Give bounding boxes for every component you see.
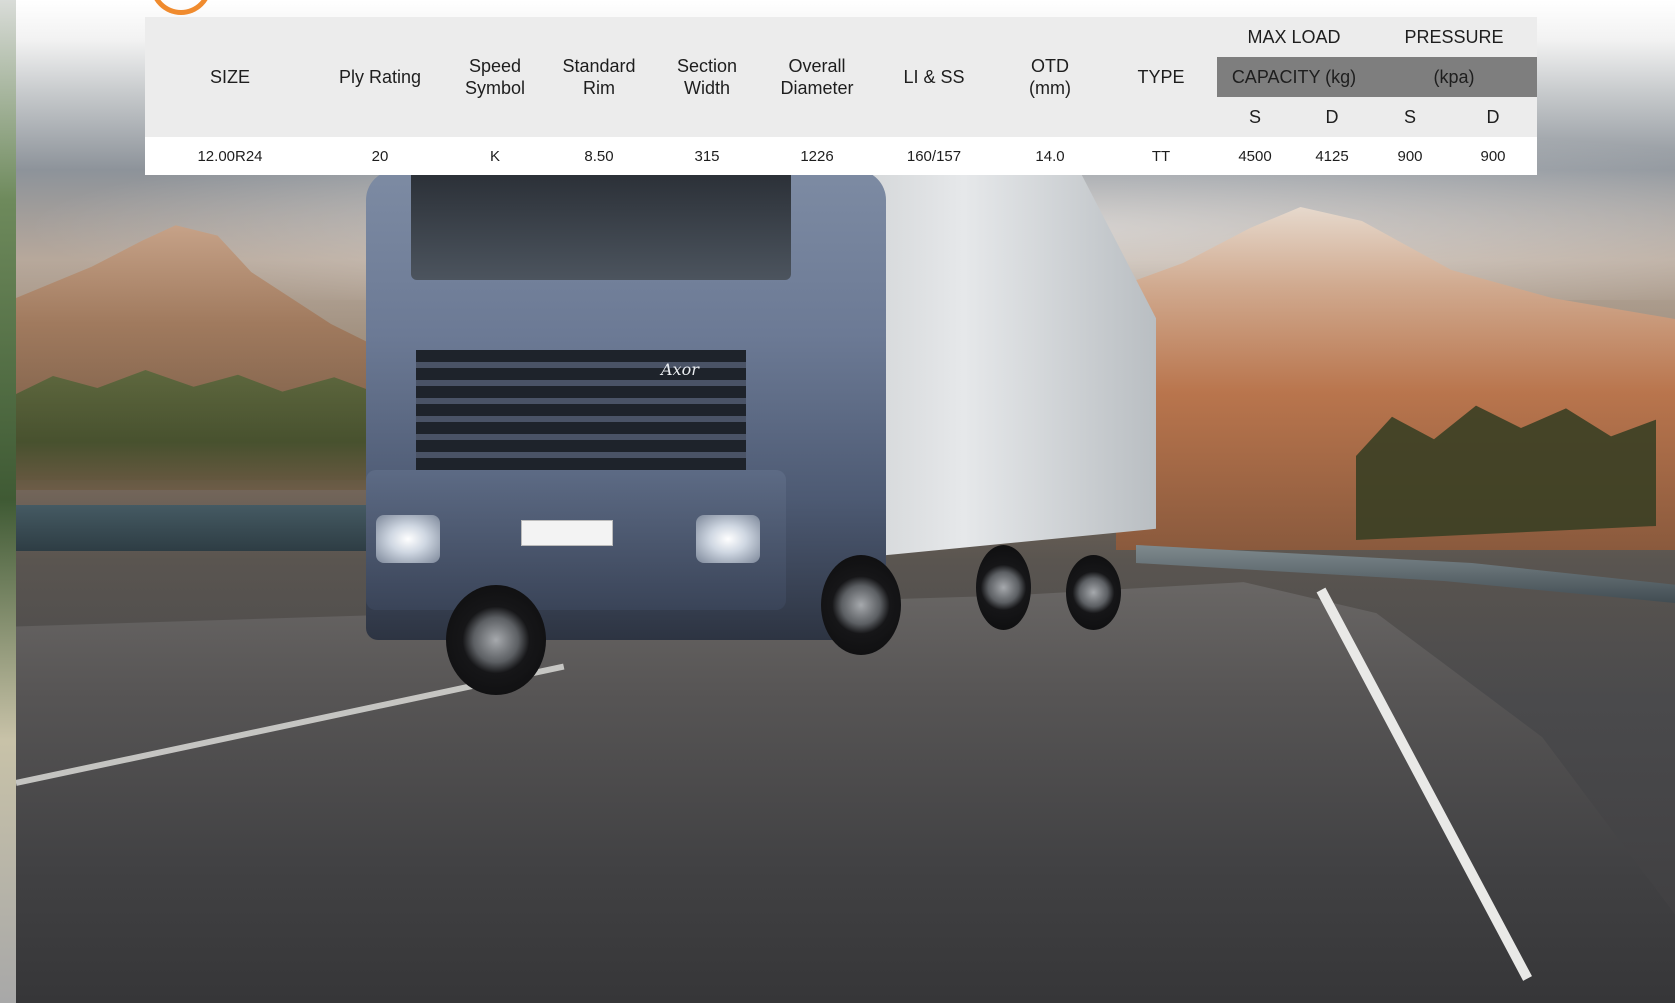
trailer-wheel [1066, 555, 1121, 630]
header-type: TYPE [1137, 67, 1185, 87]
header-section-width-line1: Section [676, 56, 738, 76]
header-standard-rim: Standard Rim [545, 17, 653, 137]
header-otd-line1: OTD [1031, 56, 1069, 76]
cell-load-dual: 4125 [1293, 137, 1371, 175]
header-overall-diameter-line2: Diameter [780, 78, 854, 98]
license-plate [521, 520, 613, 546]
cell-overall-diameter: 1226 [761, 137, 873, 175]
header-ply-rating: Ply Rating [338, 67, 422, 87]
truck-windshield [411, 170, 791, 280]
header-load-dual: D [1325, 107, 1339, 127]
right-headlight [696, 515, 760, 563]
header-max-load: MAX LOAD [1247, 27, 1341, 47]
header-pressure-dual: D [1486, 107, 1500, 127]
trailer-wheel [976, 545, 1031, 630]
header-section-width: Section Width [653, 17, 761, 137]
header-pressure-unit: (kpa) [1371, 57, 1537, 97]
header-overall-diameter: Overall Diameter [761, 17, 873, 137]
header-speed-symbol: Speed Symbol [445, 17, 545, 137]
cell-type: TT [1105, 137, 1217, 175]
left-headlight [376, 515, 440, 563]
cell-otd: 14.0 [995, 137, 1105, 175]
header-speed-symbol-line2: Symbol [464, 78, 526, 98]
spec-table: SIZE Ply Rating Speed Symbol Standard Ri… [145, 17, 1537, 175]
header-standard-rim-line2: Rim [583, 78, 615, 98]
cell-size: 12.00R24 [145, 137, 315, 175]
header-pressure: PRESSURE [1404, 27, 1504, 47]
header-otd: OTD (mm) [995, 17, 1105, 137]
header-max-load-capacity: CAPACITY (kg) [1217, 57, 1371, 97]
cell-speed-symbol: K [445, 137, 545, 175]
left-guardrail [16, 505, 386, 551]
left-trees [16, 370, 386, 490]
header-speed-symbol-line1: Speed [468, 56, 522, 76]
header-li-ss: LI & SS [903, 67, 965, 87]
cell-standard-rim: 8.50 [545, 137, 653, 175]
truck-badge: Axor [661, 360, 699, 379]
cell-pressure-single: 900 [1371, 137, 1449, 175]
left-edge-photo-strip [0, 0, 16, 1003]
table-row: 12.00R24 20 K 8.50 315 1226 160/157 14.0… [145, 137, 1537, 175]
header-otd-line2: (mm) [1029, 78, 1071, 98]
tire-spec-table: SIZE Ply Rating Speed Symbol Standard Ri… [145, 17, 1537, 175]
cell-load-single: 4500 [1217, 137, 1293, 175]
header-overall-diameter-line1: Overall [788, 56, 846, 76]
front-right-wheel [821, 555, 901, 655]
header-load-single: S [1248, 107, 1261, 127]
header-size: SIZE [209, 67, 250, 87]
cell-li-ss: 160/157 [873, 137, 995, 175]
header-section-width-line2: Width [683, 78, 730, 98]
front-left-wheel [446, 585, 546, 695]
cell-ply-rating: 20 [315, 137, 445, 175]
cell-section-width: 315 [653, 137, 761, 175]
header-pressure-single: S [1403, 107, 1416, 127]
header-standard-rim-line1: Standard [562, 56, 636, 76]
cell-pressure-dual: 900 [1449, 137, 1537, 175]
